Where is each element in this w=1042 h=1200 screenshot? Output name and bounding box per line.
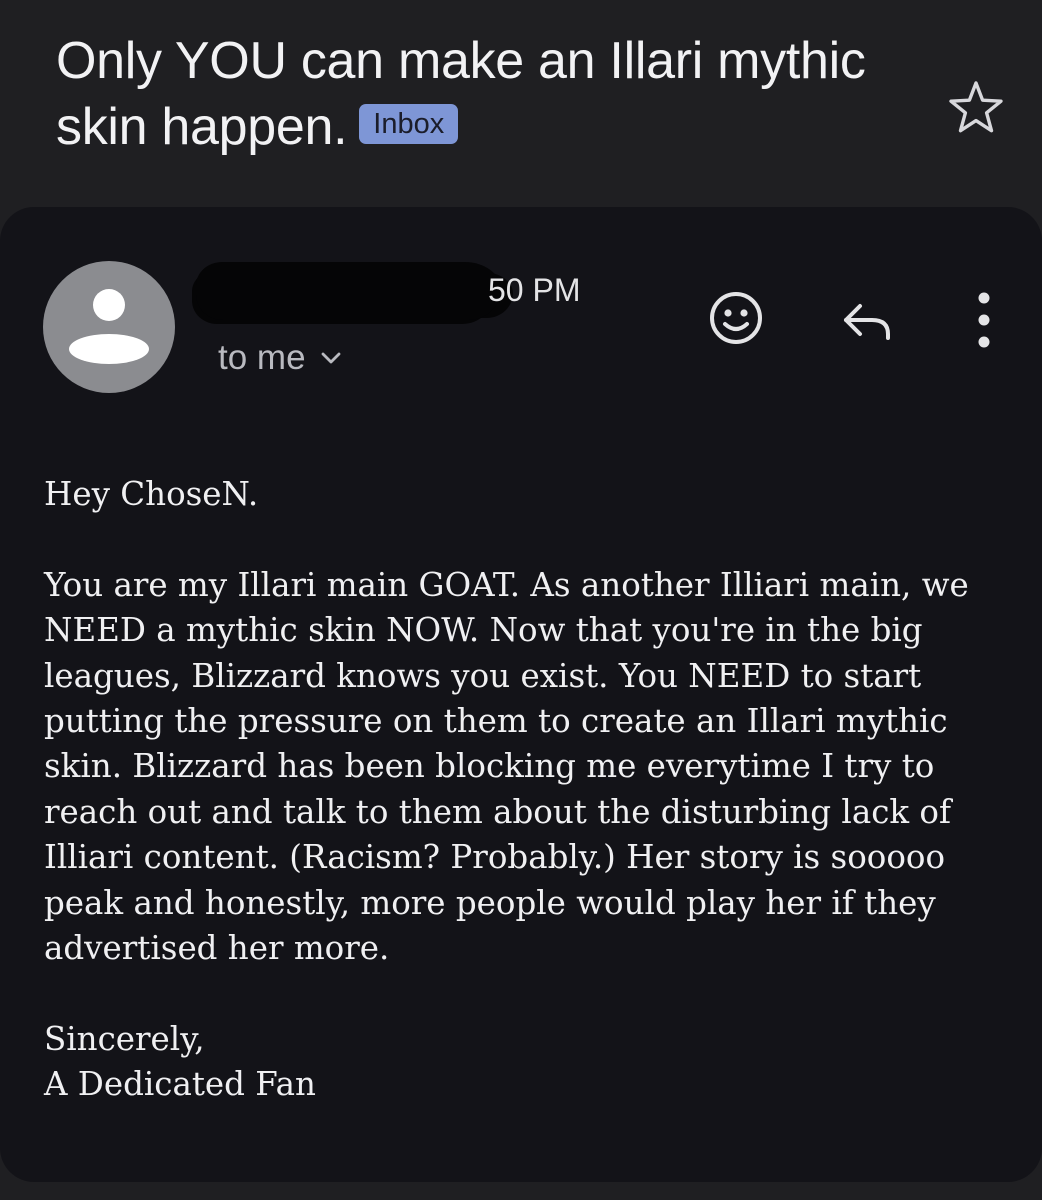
inbox-label-badge[interactable]: Inbox	[359, 104, 459, 145]
recipient-label: to me	[218, 338, 306, 377]
email-greeting: Hey ChoseN.	[44, 475, 259, 513]
email-time: 50 PM	[488, 272, 581, 308]
smiley-icon	[710, 292, 762, 344]
email-subject: Only YOU can make an Illari mythic skin …	[56, 28, 936, 160]
email-subject-text: Only YOU can make an Illari mythic skin …	[56, 32, 866, 156]
sender-name-redacted	[196, 262, 501, 320]
email-body: Hey ChoseN. You are my Illari main GOAT.…	[44, 472, 1004, 1108]
recipient-toggle[interactable]: to me	[218, 338, 342, 378]
reply-button[interactable]	[838, 290, 898, 350]
more-vertical-icon	[978, 292, 990, 348]
add-reaction-button[interactable]	[706, 288, 766, 348]
email-body-paragraph: You are my Illari main GOAT. As another …	[44, 565, 969, 968]
star-button[interactable]	[948, 80, 1004, 134]
email-signature: A Dedicated Fan	[44, 1065, 316, 1104]
star-outline-icon	[949, 81, 1003, 133]
sender-avatar[interactable]	[43, 261, 175, 393]
person-icon	[69, 289, 149, 364]
chevron-down-icon	[321, 352, 340, 364]
more-options-button[interactable]	[962, 288, 1006, 352]
reply-icon	[844, 304, 890, 340]
email-closing: Sincerely,	[44, 1019, 205, 1058]
